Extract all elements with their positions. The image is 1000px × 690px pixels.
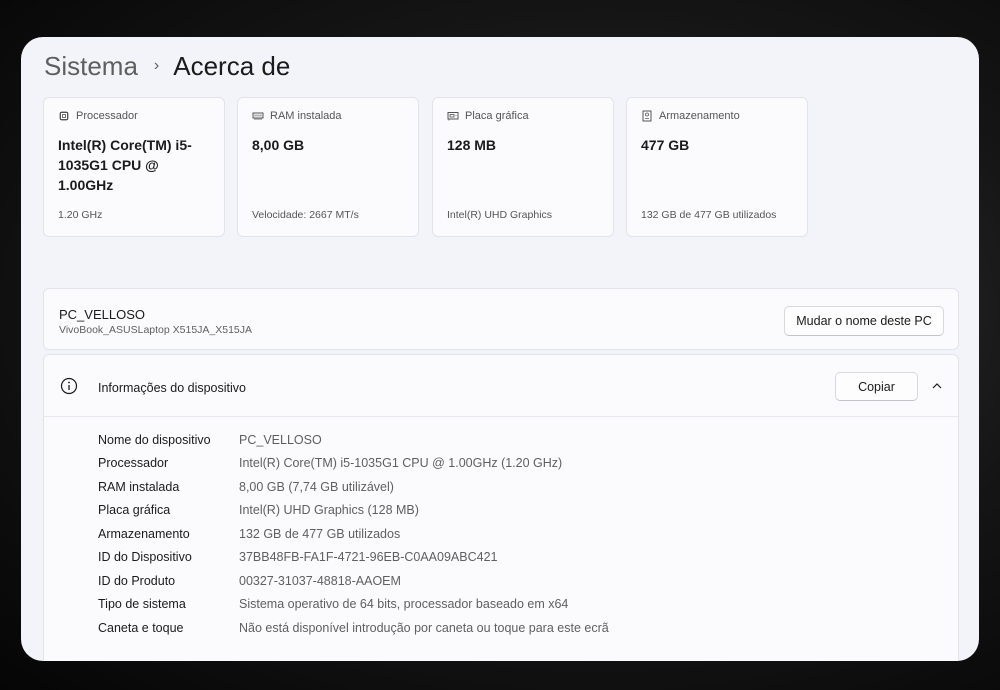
spec-list: Nome do dispositivo PC_VELLOSO Processad… [98,428,609,640]
card-subtext: Intel(R) UHD Graphics [447,209,553,221]
breadcrumb-parent[interactable]: Sistema [44,51,138,82]
device-info-header[interactable]: Informações do dispositivo Copiar [44,355,958,417]
card-label: Placa gráfica [465,110,529,122]
card-label: Armazenamento [659,110,740,122]
spec-value: 132 GB de 477 GB utilizados [239,526,401,541]
spec-row: Processador Intel(R) Core(TM) i5-1035G1 … [98,452,609,476]
spec-row: ID do Produto 00327-31037-48818-AAOEM [98,569,609,593]
processor-icon [58,110,70,122]
spec-value: 37BB48FB-FA1F-4721-96EB-C0AA09ABC421 [239,550,498,565]
card-label: RAM instalada [270,110,342,122]
spec-key: RAM instalada [98,479,180,494]
page-title: Acerca de [173,50,291,81]
spec-row: Caneta e toque Não está disponível intro… [98,616,609,640]
spec-row: Armazenamento 132 GB de 477 GB utilizado… [98,522,609,546]
spec-value: 00327-31037-48818-AAOEM [239,573,401,588]
spec-key: ID do Produto [98,573,176,588]
spec-key: Processador [98,456,169,471]
pc-name-panel: PC_VELLOSO VivoBook_ASUSLaptop X515JA_X5… [43,288,959,350]
info-icon [60,377,78,395]
copy-button[interactable]: Copiar [835,372,918,401]
spec-value: Sistema operativo de 64 bits, processado… [239,597,569,612]
device-info-panel: Informações do dispositivo Copiar Nome d… [43,354,959,661]
spec-key: Tipo de sistema [98,597,186,612]
card-label: Processador [76,110,138,122]
spec-key: Placa gráfica [98,503,171,518]
spec-value: Intel(R) Core(TM) i5-1035G1 CPU @ 1.00GH… [239,456,563,471]
breadcrumb: Sistema › Acerca de [44,49,290,83]
ram-icon [252,110,264,122]
card-subtext: Velocidade: 2667 MT/s [252,209,359,221]
spec-key: Caneta e toque [98,620,184,635]
card-value: 477 GB [641,137,690,153]
card-subtext: 132 GB de 477 GB utilizados [641,209,777,221]
rename-pc-button[interactable]: Mudar o nome deste PC [784,306,944,336]
card-ram: RAM instalada 8,00 GB Velocidade: 2667 M… [237,97,419,237]
pc-model: VivoBook_ASUSLaptop X515JA_X515JA [59,324,253,336]
storage-icon [641,110,653,122]
card-value: 128 MB [447,137,497,153]
spec-row: RAM instalada 8,00 GB (7,74 GB utilizáve… [98,475,609,499]
spec-row: Tipo de sistema Sistema operativo de 64 … [98,593,609,617]
spec-value: PC_VELLOSO [239,432,322,447]
chevron-up-icon[interactable] [930,379,944,393]
device-info-title: Informações do dispositivo [98,381,246,395]
spec-row: Placa gráfica Intel(R) UHD Graphics (128… [98,499,609,523]
spec-row: ID do Dispositivo 37BB48FB-FA1F-4721-96E… [98,546,609,570]
card-storage: Armazenamento 477 GB 132 GB de 477 GB ut… [626,97,808,237]
card-value: Intel(R) Core(TM) i5-1035G1 CPU @ 1.00GH… [58,137,192,193]
spec-value: Não está disponível introdução por canet… [239,620,609,635]
breadcrumb-separator-icon: › [153,57,160,74]
spec-key: ID do Dispositivo [98,550,192,565]
spec-key: Armazenamento [98,526,190,541]
spec-key: Nome do dispositivo [98,432,211,447]
spec-row: Nome do dispositivo PC_VELLOSO [98,428,609,452]
settings-window: Sistema › Acerca de Processador Intel(R)… [21,37,979,661]
spec-value: Intel(R) UHD Graphics (128 MB) [239,503,419,518]
spec-value: 8,00 GB (7,74 GB utilizável) [239,479,394,494]
card-subtext: 1.20 GHz [58,209,103,221]
card-processor: Processador Intel(R) Core(TM) i5-1035G1 … [43,97,225,237]
pc-name: PC_VELLOSO [59,307,145,322]
card-value: 8,00 GB [252,137,305,153]
graphics-card-icon [447,110,459,122]
card-graphics: Placa gráfica 128 MB Intel(R) UHD Graphi… [432,97,614,237]
